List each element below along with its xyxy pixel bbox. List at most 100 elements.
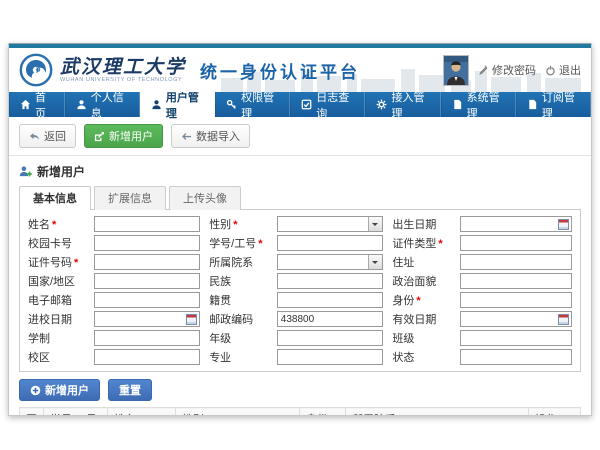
field-input-21[interactable] [94, 349, 200, 365]
field-input-5[interactable] [460, 235, 572, 251]
header: 武汉理工大学 WUHAN UNIVERSITY OF TECHNOLOGY 统一… [9, 48, 591, 92]
section-title: 新增用户 [37, 163, 85, 180]
field-input-11[interactable] [460, 273, 572, 289]
basic-info-form: 姓名*性别*出生日期校园卡号学号/工号*证件类型*证件号码*所属院系住址国家/地… [19, 209, 581, 372]
field-label: 专业 [209, 349, 267, 365]
field-control [277, 216, 383, 232]
data-import-button[interactable]: 数据导入 [171, 124, 250, 148]
nav-item-0[interactable]: 首页 [9, 92, 65, 117]
avatar[interactable] [443, 55, 469, 86]
field-input-8[interactable] [460, 254, 572, 270]
dropdown-arrow-icon[interactable] [368, 217, 382, 231]
field-control [460, 349, 572, 365]
field-input-14[interactable] [460, 292, 572, 308]
field-control [94, 273, 200, 289]
nav-item-6[interactable]: 系统管理 [441, 92, 516, 117]
section-header: 新增用户 [9, 156, 591, 184]
nav-item-4[interactable]: 日志查询 [290, 92, 365, 117]
add-user-toolbar-label: 新增用户 [109, 128, 153, 144]
brand: 武汉理工大学 WUHAN UNIVERSITY OF TECHNOLOGY 统一… [19, 53, 360, 87]
table-header-1: 姓名 [108, 408, 176, 417]
field-label: 住址 [392, 254, 450, 270]
calendar-icon[interactable] [186, 314, 197, 325]
university-name: 武汉理工大学 [60, 58, 186, 77]
nav-item-2[interactable]: 用户管理 [140, 92, 215, 117]
nav-item-label: 订阅管理 [542, 89, 579, 121]
field-label: 证件号码* [28, 254, 84, 270]
header-right: 修改密码 退出 [443, 55, 581, 86]
field-input-19[interactable] [277, 330, 383, 346]
nav-item-3[interactable]: 权限管理 [215, 92, 290, 117]
field-label: 证件类型* [392, 235, 450, 251]
nav-item-label: 日志查询 [316, 89, 353, 121]
nav-item-1[interactable]: 个人信息 [65, 92, 140, 117]
field-input-9[interactable] [94, 273, 200, 289]
nav-item-label: 系统管理 [467, 89, 504, 121]
change-password-label: 修改密码 [492, 62, 536, 78]
add-user-toolbar-button[interactable]: 新增用户 [84, 124, 163, 148]
field-control [277, 330, 383, 346]
reset-button-label: 重置 [119, 382, 141, 398]
user-icon [76, 99, 87, 110]
app-window: 武汉理工大学 WUHAN UNIVERSITY OF TECHNOLOGY 统一… [8, 43, 592, 416]
power-icon [545, 65, 556, 76]
field-input-6[interactable] [94, 254, 200, 270]
calendar-icon[interactable] [558, 219, 569, 230]
field-input-16[interactable] [277, 311, 383, 327]
nav-item-label: 权限管理 [241, 89, 278, 121]
field-input-13[interactable] [277, 292, 383, 308]
tab-basic-info[interactable]: 基本信息 [19, 186, 91, 210]
table-header-4: 所属院系 [346, 408, 529, 417]
field-input-0[interactable] [94, 216, 200, 232]
field-control [460, 311, 572, 327]
back-button[interactable]: 返回 [19, 124, 76, 148]
field-input-12[interactable] [94, 292, 200, 308]
submit-add-user-button[interactable]: 新增用户 [19, 379, 100, 401]
nav-item-label: 个人信息 [91, 89, 128, 121]
nav-item-5[interactable]: 接入管理 [365, 92, 440, 117]
field-control [94, 216, 200, 232]
pencil-icon [478, 65, 489, 76]
dropdown-arrow-icon[interactable] [368, 255, 382, 269]
field-input-23[interactable] [460, 349, 572, 365]
university-name-en: WUHAN UNIVERSITY OF TECHNOLOGY [60, 77, 186, 83]
field-input-22[interactable] [277, 349, 383, 365]
nav-item-7[interactable]: 订阅管理 [516, 92, 591, 117]
field-input-2[interactable] [460, 216, 572, 232]
doc-icon [527, 99, 538, 110]
reset-button[interactable]: 重置 [108, 379, 152, 401]
field-input-20[interactable] [460, 330, 572, 346]
logout-link[interactable]: 退出 [545, 62, 581, 78]
add-user-section-icon [19, 165, 32, 178]
field-label: 性别* [209, 216, 267, 232]
field-label: 姓名* [28, 216, 84, 232]
back-button-label: 返回 [44, 128, 66, 144]
field-control [94, 254, 200, 270]
change-password-link[interactable]: 修改密码 [478, 62, 536, 78]
field-label: 校区 [28, 349, 84, 365]
field-input-15[interactable] [94, 311, 200, 327]
calendar-icon[interactable] [558, 314, 569, 325]
log-icon [301, 99, 312, 110]
university-logo-icon [19, 53, 53, 87]
select-all-checkbox[interactable] [26, 414, 37, 416]
field-label: 有效日期 [392, 311, 450, 327]
field-input-17[interactable] [460, 311, 572, 327]
field-control [277, 254, 383, 270]
field-input-18[interactable] [94, 330, 200, 346]
tab-upload-photo[interactable]: 上传头像 [169, 186, 241, 210]
brand-text: 武汉理工大学 WUHAN UNIVERSITY OF TECHNOLOGY [60, 58, 186, 83]
field-control [460, 330, 572, 346]
plus-circle-icon [30, 385, 41, 396]
field-label: 学制 [28, 330, 84, 346]
field-input-4[interactable] [277, 235, 383, 251]
nav-item-label: 用户管理 [166, 89, 203, 121]
field-input-10[interactable] [277, 273, 383, 289]
table-header-checkbox-cell [20, 408, 44, 417]
field-control [460, 235, 572, 251]
field-label: 进校日期 [28, 311, 84, 327]
tab-extended-info[interactable]: 扩展信息 [94, 186, 166, 210]
required-star: * [74, 257, 78, 269]
required-star: * [416, 295, 420, 307]
field-input-3[interactable] [94, 235, 200, 251]
